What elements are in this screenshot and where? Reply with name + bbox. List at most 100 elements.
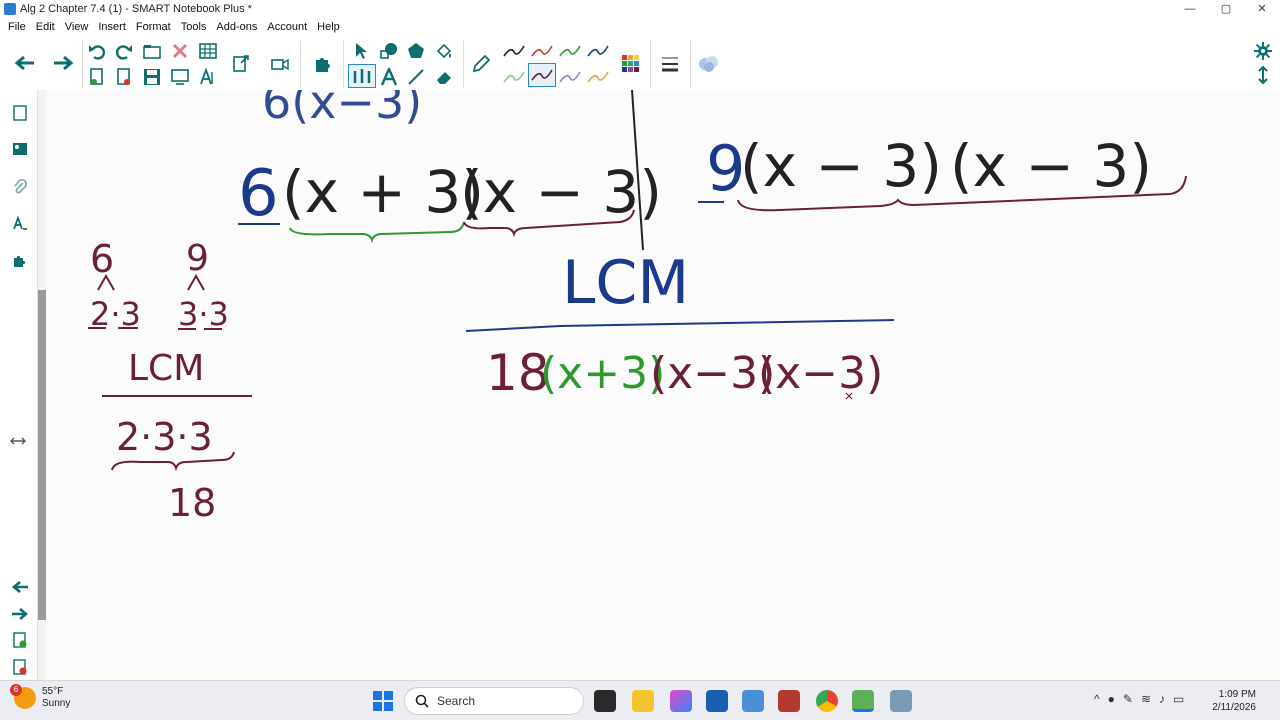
menu-format[interactable]: Format: [136, 21, 171, 33]
menu-view[interactable]: View: [65, 21, 89, 33]
wifi-icon[interactable]: ≋: [1141, 692, 1151, 706]
next-page-button[interactable]: [11, 605, 29, 623]
volume-icon[interactable]: ♪: [1159, 692, 1165, 706]
taskbar-search[interactable]: Search: [404, 687, 584, 715]
pen-color-blue[interactable]: [587, 40, 609, 62]
page-sorter-tab[interactable]: [11, 104, 29, 122]
panel-scrollbar[interactable]: [38, 290, 46, 620]
add-ons-tab[interactable]: [11, 252, 29, 270]
pen-color-maroon-selected[interactable]: [528, 63, 556, 87]
search-label: Search: [437, 694, 476, 708]
pen-color-black[interactable]: [503, 40, 525, 62]
previous-page-button[interactable]: [11, 578, 29, 596]
panel-resize-handle[interactable]: [9, 432, 27, 450]
delete-button[interactable]: [169, 40, 191, 62]
screen-shade-button[interactable]: [169, 66, 191, 88]
store-app[interactable]: [706, 690, 728, 712]
pen-menu-icon[interactable]: ✎: [1123, 692, 1133, 706]
menu-edit[interactable]: Edit: [36, 21, 55, 33]
menu-tools[interactable]: Tools: [181, 21, 207, 33]
menu-file[interactable]: File: [8, 21, 26, 33]
redo-icon: [115, 45, 132, 60]
smart-notebook-app-icon: [4, 3, 16, 15]
maximize-button[interactable]: ▢: [1208, 0, 1244, 18]
pen-color-red[interactable]: [531, 40, 553, 62]
menu-insert[interactable]: Insert: [98, 21, 126, 33]
utility-app[interactable]: [890, 690, 912, 712]
line-icon: [408, 69, 424, 85]
effects-button[interactable]: [697, 52, 719, 74]
color-palette-button[interactable]: [620, 53, 642, 75]
text-recognition-button[interactable]: [197, 66, 219, 88]
side-six: 6: [90, 237, 114, 281]
copilot-app[interactable]: [670, 690, 692, 712]
add-on-button[interactable]: [230, 53, 252, 75]
horizontal-arrows-icon: [10, 437, 26, 445]
redo-button[interactable]: [113, 40, 135, 62]
new-page-button[interactable]: [86, 66, 108, 88]
menu-account[interactable]: Account: [267, 21, 307, 33]
puzzle-icon: [316, 58, 330, 72]
left-coef: 6: [238, 157, 279, 231]
insert-page-icon: [233, 55, 249, 72]
new-page-icon: [90, 68, 103, 85]
line-tool[interactable]: [405, 66, 427, 88]
file-explorer-app[interactable]: [632, 690, 654, 712]
pen-type-button[interactable]: [470, 53, 492, 75]
pen-color-green[interactable]: [559, 40, 581, 62]
windows-taskbar: 6 55°F Sunny Search ^ ● ✎ ≋ ♪ ▭ 1:09 PM …: [0, 680, 1280, 720]
fill-tool[interactable]: [433, 40, 455, 62]
weather-widget[interactable]: 6 55°F Sunny: [10, 684, 70, 710]
delete-page-button[interactable]: [113, 66, 135, 88]
start-button[interactable]: [372, 690, 394, 712]
toolbar-move-button[interactable]: [1252, 64, 1274, 86]
remove-page-button[interactable]: [11, 658, 29, 676]
task-view-app[interactable]: [594, 690, 616, 712]
text-tool[interactable]: [378, 66, 400, 88]
undo-button[interactable]: [86, 40, 108, 62]
document-app[interactable]: [778, 690, 800, 712]
minimize-button[interactable]: —: [1172, 0, 1208, 18]
record-button[interactable]: [269, 53, 291, 75]
shapes-tool[interactable]: [378, 40, 400, 62]
forward-page-button[interactable]: [52, 52, 74, 74]
remove-page-icon: [13, 659, 27, 675]
battery-icon[interactable]: ▭: [1173, 692, 1184, 706]
save-button[interactable]: [141, 66, 163, 88]
line-properties-button[interactable]: [659, 53, 681, 75]
polygon-tool[interactable]: [405, 40, 427, 62]
add-ons-puzzle-button[interactable]: [312, 53, 334, 75]
pen-color-purple[interactable]: [559, 66, 581, 88]
pen-icon: [472, 54, 491, 73]
select-tool[interactable]: [350, 40, 372, 62]
close-button[interactable]: ✕: [1244, 0, 1280, 18]
open-file-button[interactable]: [141, 40, 163, 62]
clock[interactable]: 1:09 PM 2/11/2026: [1212, 688, 1256, 714]
squiggle-purple-icon: [559, 71, 581, 83]
gallery-tab[interactable]: [11, 140, 29, 158]
left-factor-1: (x + 3): [282, 158, 484, 226]
menu-add-ons[interactable]: Add-ons: [216, 21, 257, 33]
back-page-button[interactable]: [14, 52, 36, 74]
microphone-icon[interactable]: ●: [1108, 692, 1115, 706]
pen-color-light-green[interactable]: [503, 66, 525, 88]
settings-button[interactable]: [1252, 40, 1274, 62]
search-icon: [415, 694, 429, 708]
eraser-tool[interactable]: [433, 66, 455, 88]
whiteboard-canvas[interactable]: 6(x−3) 6 (x + 3) (x − 3) 9 (x − 3) (x − …: [46, 75, 1280, 680]
add-page-button[interactable]: [11, 631, 29, 649]
pen-tool-selected[interactable]: [348, 64, 376, 88]
photos-app[interactable]: [742, 690, 764, 712]
eraser-icon: [437, 72, 451, 84]
chrome-app[interactable]: [816, 690, 838, 712]
table-button[interactable]: [197, 40, 219, 62]
attachments-tab[interactable]: [11, 178, 29, 196]
smart-notebook-app[interactable]: [852, 690, 874, 712]
pen-color-orange[interactable]: [587, 66, 609, 88]
select-arrow-icon: [356, 43, 367, 59]
lcm-result-factor-3: (x−3): [758, 348, 883, 399]
properties-tab[interactable]: [11, 214, 29, 232]
menu-help[interactable]: Help: [317, 21, 340, 33]
chevron-up-icon[interactable]: ^: [1094, 692, 1100, 706]
delete-icon: [172, 43, 188, 59]
